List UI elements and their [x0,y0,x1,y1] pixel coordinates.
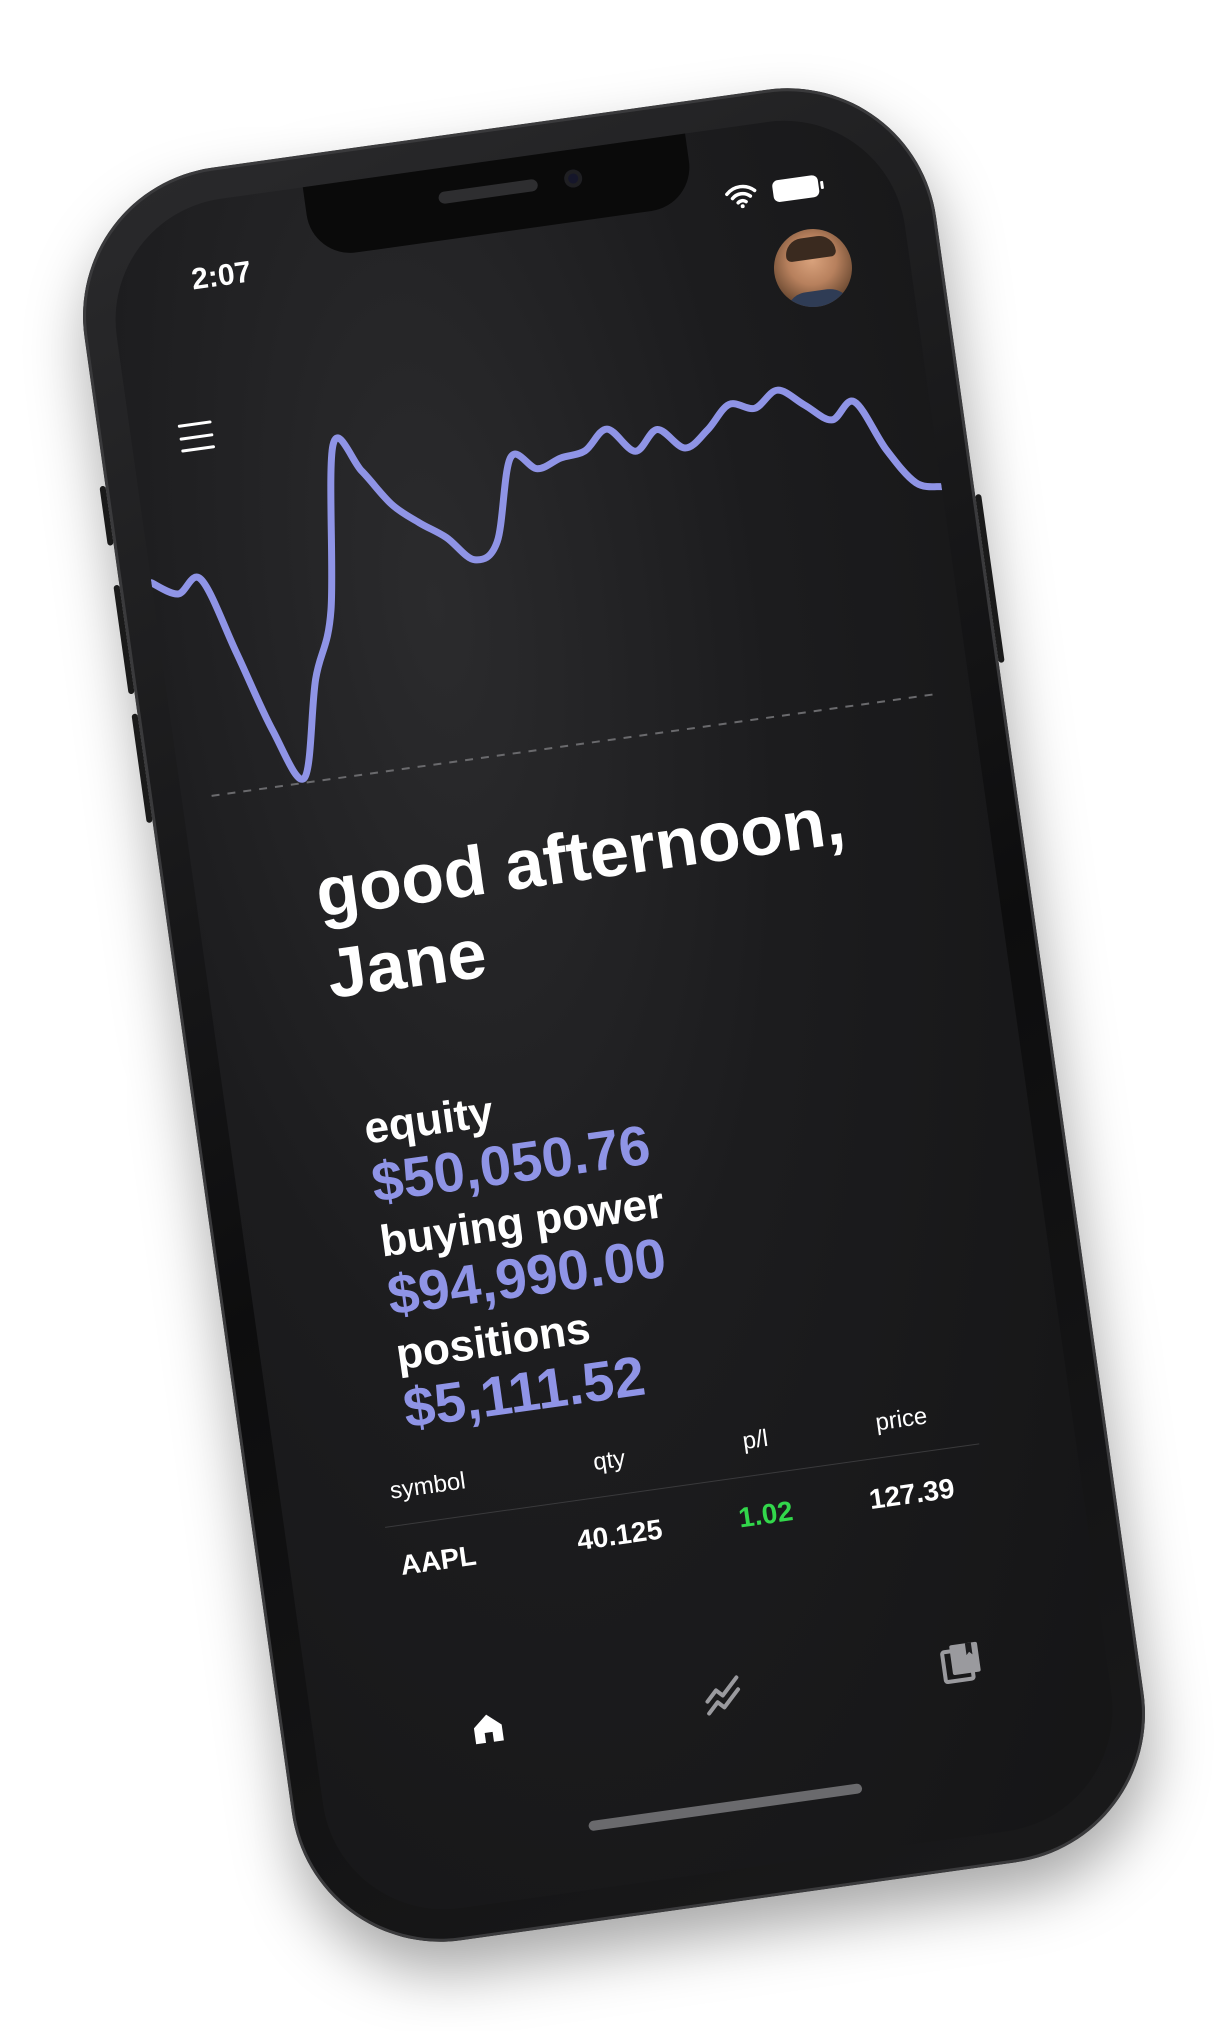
status-icons [724,174,821,211]
cell-symbol: AAPL [398,1539,479,1581]
cell-pl: 1.02 [736,1495,795,1534]
user-avatar[interactable] [768,223,858,313]
wifi-icon [725,184,757,209]
volume-down-button [131,713,153,824]
avatar-hair [783,233,837,263]
status-time: 2:07 [189,255,254,297]
front-camera [563,168,584,189]
phone-frame: 2:07 good afternoon, Jane equity $50,050… [63,68,1165,1962]
header-pl: p/l [740,1424,770,1456]
home-indicator[interactable] [587,1783,863,1832]
chart-series-line [147,386,946,783]
volume-up-button [113,584,135,695]
equity-chart [147,386,946,797]
tab-bar [312,1618,1107,1776]
header-symbol: symbol [388,1467,468,1505]
library-icon [940,1641,981,1685]
header-qty: qty [591,1444,627,1477]
notch [302,131,696,259]
avatar-shirt [783,286,852,313]
tab-home[interactable] [461,1701,515,1755]
header-price: price [873,1402,929,1437]
app-screen: 2:07 good afternoon, Jane equity $50,050… [99,105,1129,1925]
battery-icon [771,174,821,203]
earpiece-speaker [437,178,539,205]
tab-library[interactable] [934,1635,988,1689]
power-button [975,493,1005,664]
cell-price: 127.39 [867,1472,957,1516]
stage: 2:07 good afternoon, Jane equity $50,050… [0,0,1223,2031]
home-icon [473,1714,504,1745]
tab-trends[interactable] [698,1668,752,1722]
greeting: good afternoon, Jane [310,766,947,1015]
account-summary: equity $50,050.76 buying power $94,990.0… [361,1066,692,1444]
trending-icon [705,1675,741,1716]
mute-switch [99,485,114,546]
cell-qty: 40.125 [575,1513,665,1557]
